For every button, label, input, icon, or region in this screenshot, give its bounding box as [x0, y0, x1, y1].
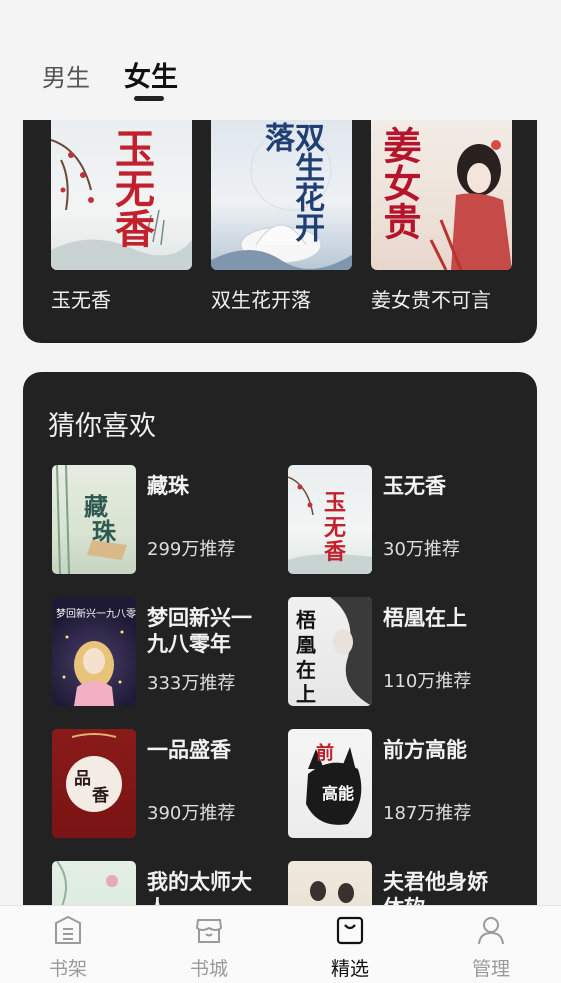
cover-art: 梧 凰 在 上	[296, 597, 372, 706]
book-cover[interactable]: 品 香	[52, 729, 136, 838]
recommend-count: 390万推荐	[147, 803, 236, 824]
recommend-count: 187万推荐	[383, 803, 472, 824]
recommend-item[interactable]: 梦回新兴一九八零年 梦回新兴一九八零年 333万推荐	[52, 597, 282, 707]
svg-text:香: 香	[324, 539, 346, 565]
top-book-item[interactable]: 双生花开落 双生花开落	[211, 120, 352, 313]
gender-tabs: 男生 女生	[42, 58, 206, 104]
cover-art: 玉 无 香	[288, 476, 372, 574]
svg-text:品: 品	[74, 769, 91, 789]
book-cover[interactable]: 藏 珠	[52, 465, 136, 574]
svg-text:梧: 梧	[296, 608, 316, 632]
book-cover[interactable]: 梧 凰 在 上	[288, 597, 372, 706]
book-title: 姜女贵不可言	[371, 288, 491, 312]
svg-text:前: 前	[316, 742, 334, 764]
nav-manage[interactable]: 管理	[446, 906, 536, 983]
cover-title-art: 玉无香	[108, 128, 155, 248]
book-name: 玉无香	[383, 474, 446, 498]
tab-female-label: 女生	[124, 62, 178, 93]
svg-text:上: 上	[296, 682, 316, 706]
tab-female[interactable]: 女生	[124, 55, 206, 101]
recommend-count: 30万推荐	[383, 539, 460, 560]
recommend-count: 333万推荐	[147, 673, 236, 694]
nav-label: 管理	[471, 958, 510, 980]
top-books-card: 玉无香 玉无香 双生花开落 双生花开落 姜女贵 姜女贵不可言	[23, 120, 537, 343]
book-name: 梧凰在上	[383, 606, 467, 630]
bottom-nav: 书架 书城 精选 管理	[0, 905, 561, 983]
svg-text:玉: 玉	[324, 490, 346, 516]
svg-text:珠: 珠	[92, 517, 117, 546]
top-book-item[interactable]: 玉无香 玉无香	[51, 120, 192, 313]
user-icon	[478, 917, 504, 945]
recommend-card: 猜你喜欢 藏 珠 藏珠 299万推荐 玉 无 香 玉无香 30万推荐 梦回新兴一…	[23, 372, 537, 932]
book-name: 藏珠	[147, 474, 189, 498]
svg-text:在: 在	[296, 658, 316, 682]
nav-label: 书架	[48, 958, 87, 980]
active-tab-indicator	[134, 96, 164, 101]
book-name: 一品盛香	[147, 738, 231, 762]
bookshelf-icon	[55, 916, 81, 944]
recommend-item[interactable]: 品 香 一品盛香 390万推荐	[52, 729, 282, 839]
svg-text:凰: 凰	[296, 633, 316, 657]
recommend-title: 猜你喜欢	[48, 411, 156, 442]
cover-art: 前 高能	[306, 742, 362, 825]
book-cover[interactable]: 双生花开落	[211, 120, 352, 270]
nav-bookshelf[interactable]: 书架	[23, 906, 113, 983]
recommend-item[interactable]: 藏 珠 藏珠 299万推荐	[52, 465, 282, 575]
svg-text:香: 香	[92, 786, 109, 806]
book-cover[interactable]: 姜女贵	[371, 120, 512, 270]
recommend-count: 299万推荐	[147, 539, 236, 560]
cover-title-art: 姜女贵	[377, 126, 422, 240]
book-name: 前方高能	[383, 738, 467, 762]
book-cover[interactable]: 梦回新兴一九八零年	[52, 597, 136, 706]
cover-art: 品 香	[66, 733, 122, 812]
recommend-item[interactable]: 前 高能 前方高能 187万推荐	[288, 729, 518, 839]
tab-male-label: 男生	[42, 64, 90, 92]
recommend-item[interactable]: 玉 无 香 玉无香 30万推荐	[288, 465, 518, 575]
svg-text:高能: 高能	[322, 784, 354, 803]
featured-bag-icon	[336, 916, 364, 945]
book-cover[interactable]: 玉 无 香	[288, 465, 372, 574]
bookstore-icon	[196, 919, 222, 943]
book-title: 玉无香	[51, 288, 111, 312]
cover-art: 梦回新兴一九八零年	[56, 607, 136, 706]
svg-text:梦回新兴一九八零年: 梦回新兴一九八零年	[56, 607, 136, 620]
book-title: 双生花开落	[211, 288, 311, 312]
recommend-item[interactable]: 梧 凰 在 上 梧凰在上 110万推荐	[288, 597, 518, 707]
top-book-item[interactable]: 姜女贵 姜女贵不可言	[371, 120, 512, 313]
book-cover[interactable]: 玉无香	[51, 120, 192, 270]
recommend-count: 110万推荐	[383, 671, 472, 692]
cover-title-art: 双生花开落	[259, 122, 324, 242]
nav-label: 精选	[330, 958, 369, 980]
svg-text:无: 无	[324, 515, 346, 541]
book-name: 梦回新兴一九八零年	[147, 606, 252, 656]
nav-bookstore[interactable]: 书城	[164, 906, 254, 983]
nav-featured[interactable]: 精选	[305, 906, 395, 983]
cover-art: 藏 珠	[56, 465, 127, 574]
nav-label: 书城	[189, 958, 228, 980]
book-cover[interactable]: 前 高能	[288, 729, 372, 838]
tab-male[interactable]: 男生	[42, 58, 124, 104]
